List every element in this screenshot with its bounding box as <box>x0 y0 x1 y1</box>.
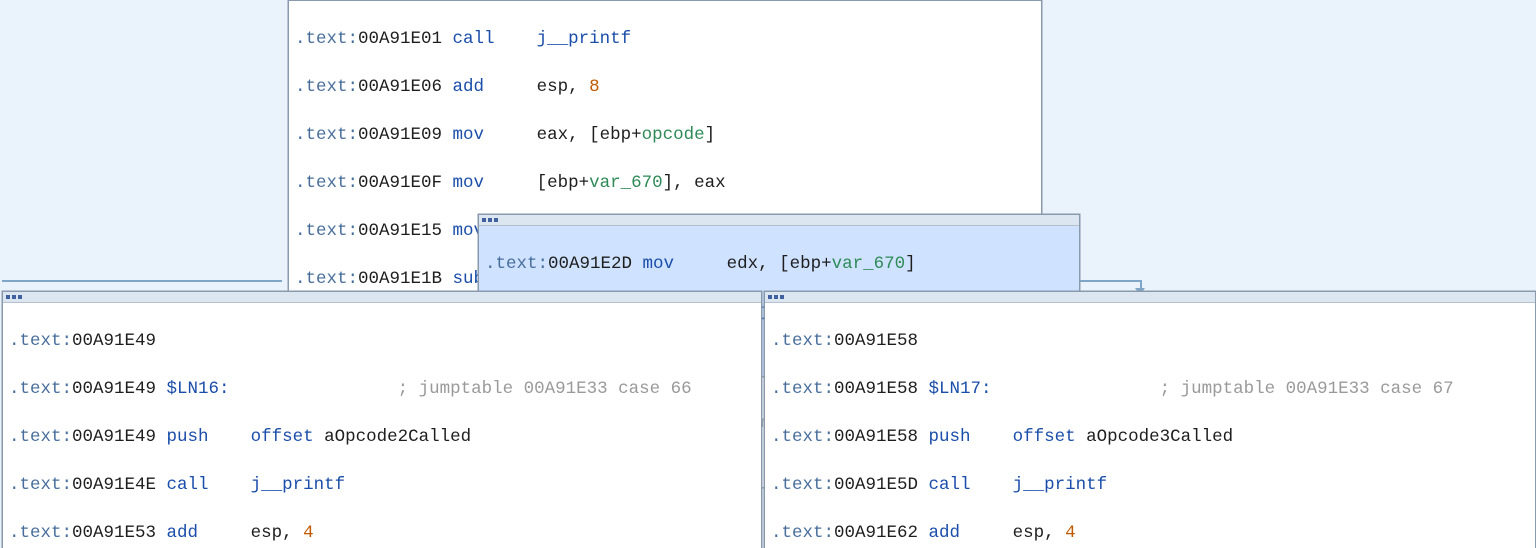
window-icon <box>774 295 778 299</box>
block-body: .text:00A91E49 .text:00A91E49 $LN16: ; j… <box>3 303 761 548</box>
graph-canvas[interactable]: .text:00A91E01 call j__printf .text:00A9… <box>0 0 1536 548</box>
block-titlebar[interactable] <box>765 292 1535 303</box>
window-icon <box>18 295 22 299</box>
basic-block-case66[interactable]: .text:00A91E49 .text:00A91E49 $LN16: ; j… <box>2 291 762 548</box>
window-icon <box>768 295 772 299</box>
block-titlebar[interactable] <box>479 215 1079 226</box>
block-titlebar[interactable] <box>3 292 761 303</box>
basic-block-case67[interactable]: .text:00A91E58 .text:00A91E58 $LN17: ; j… <box>764 291 1536 548</box>
block-body: .text:00A91E58 .text:00A91E58 $LN17: ; j… <box>765 303 1535 548</box>
window-icon <box>494 218 498 222</box>
window-icon <box>6 295 10 299</box>
window-icon <box>482 218 486 222</box>
window-icon <box>12 295 16 299</box>
window-icon <box>488 218 492 222</box>
window-icon <box>780 295 784 299</box>
edge <box>2 280 282 282</box>
